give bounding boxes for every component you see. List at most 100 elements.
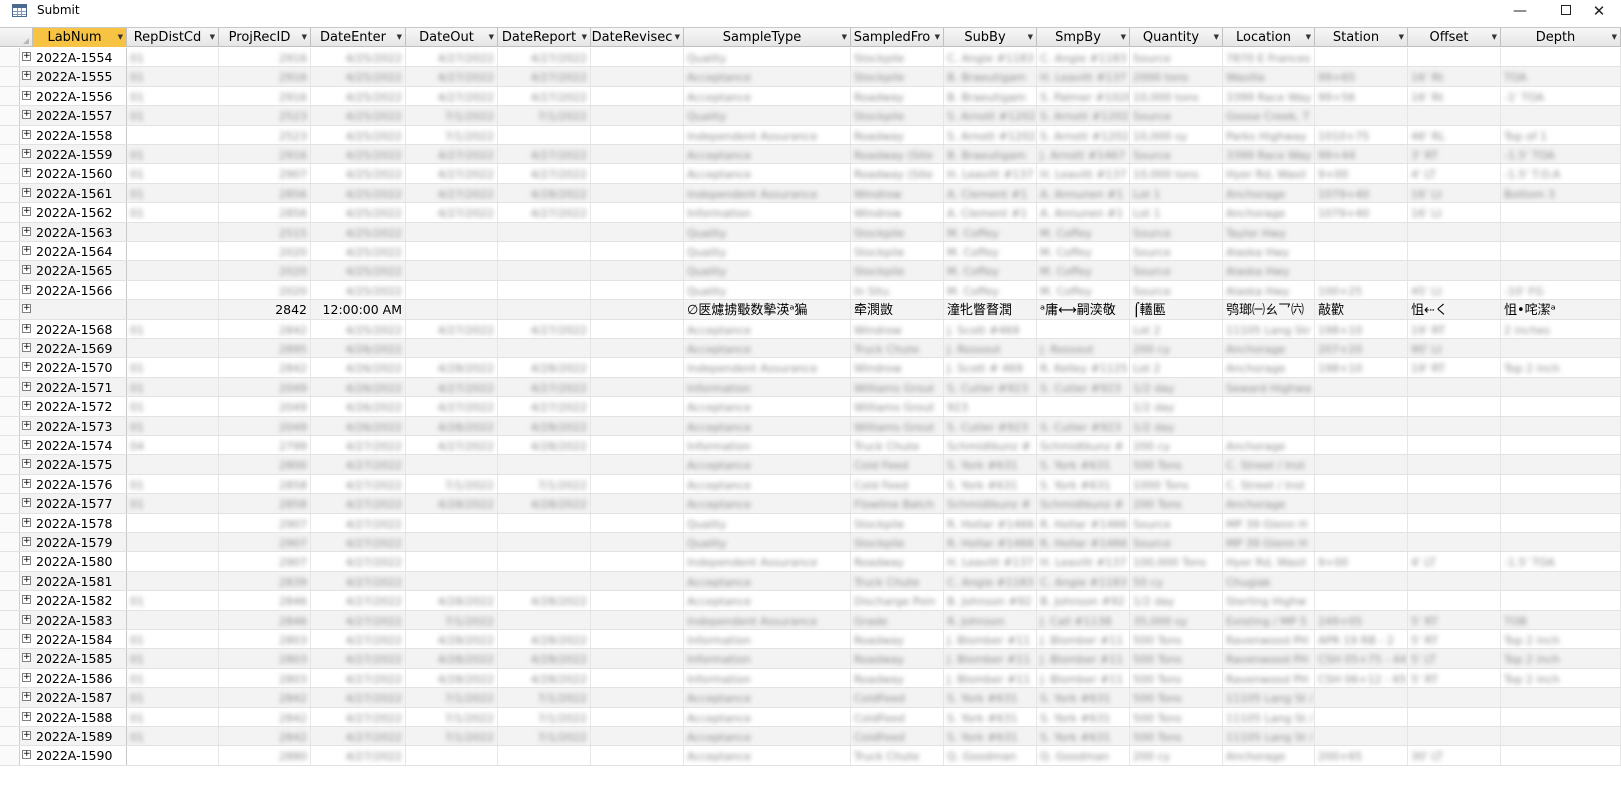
cell-repdistcd[interactable]	[127, 280, 219, 300]
cell-offset[interactable]	[1408, 707, 1501, 726]
cell-projrecid[interactable]: 2858	[219, 494, 311, 513]
cell-projrecid[interactable]: 2846	[219, 610, 311, 629]
cell-location[interactable]: 7870 E Frances	[1223, 48, 1315, 67]
cell-sampledfrom[interactable]: Williams Grout	[851, 416, 944, 435]
cell-offset[interactable]: 16' Lt	[1408, 203, 1501, 222]
cell-location[interactable]: Anchorage	[1223, 183, 1315, 203]
cell-location[interactable]: Sterling Highw	[1223, 591, 1315, 610]
cell-sampletype[interactable]: Acceptance	[684, 416, 851, 435]
cell-datereport[interactable]: 7/1/2022	[498, 106, 591, 125]
cell-location[interactable]: Hyer Rd, Wasil	[1223, 164, 1315, 183]
cell-sampletype[interactable]: Independent Assurance	[684, 358, 851, 377]
cell-depth[interactable]: -1.5' T.O.A	[1501, 164, 1621, 183]
cell-station[interactable]: 198+10	[1315, 319, 1408, 338]
row-selector[interactable]	[0, 86, 20, 106]
row-selector[interactable]	[0, 48, 20, 67]
cell-dateout[interactable]: 4/28/2022	[406, 630, 498, 649]
cell-quantity[interactable]: 1/2 day	[1130, 591, 1223, 610]
cell-labnum[interactable]: 2022A-1576	[33, 474, 127, 494]
cell-dateenter[interactable]: 4/27/2022	[311, 455, 406, 474]
cell-quantity[interactable]: 10,000 tons	[1130, 164, 1223, 183]
cell-location[interactable]: C. Street / Inst	[1223, 474, 1315, 494]
cell-smpby[interactable]: ᵃ庸⟷嗣湙敬	[1037, 300, 1130, 319]
cell-station[interactable]	[1315, 727, 1408, 746]
cell-smpby[interactable]: S. York #631	[1037, 707, 1130, 726]
cell-sampledfrom[interactable]: ColdFeed	[851, 707, 944, 726]
cell-subby[interactable]: S. York #631	[944, 727, 1037, 746]
cell-repdistcd[interactable]: 01	[127, 164, 219, 183]
cell-depth[interactable]: -1.5' TOA	[1501, 145, 1621, 164]
cell-offset[interactable]	[1408, 416, 1501, 435]
filter-dropdown-icon[interactable]: ▼	[582, 28, 587, 47]
cell-location[interactable]: Alaska Hwy	[1223, 261, 1315, 280]
table-row[interactable]: +2022A-1576 01 2858 4/27/2022 7/1/2022 7/1/20…	[0, 474, 1621, 495]
cell-station[interactable]	[1315, 513, 1408, 532]
cell-sampletype[interactable]: Independent Assurance	[684, 552, 851, 571]
cell-sampletype[interactable]: Information	[684, 668, 851, 688]
cell-dateenter[interactable]: 4/27/2022	[311, 571, 406, 591]
cell-labnum[interactable]: 2022A-1572	[33, 397, 127, 416]
cell-depth[interactable]: Top 2 inch	[1501, 358, 1621, 377]
column-header-offset[interactable]: Offset ▼	[1408, 28, 1501, 47]
cell-dateout[interactable]: 7/1/2022	[406, 106, 498, 125]
cell-dateout[interactable]: 4/28/2022	[406, 668, 498, 688]
cell-quantity[interactable]: Lot 1	[1130, 183, 1223, 203]
cell-depth[interactable]	[1501, 339, 1621, 358]
cell-dateenter[interactable]: 4/27/2022	[311, 610, 406, 629]
cell-dateout[interactable]: 4/27/2022	[406, 183, 498, 203]
cell-depth[interactable]	[1501, 106, 1621, 125]
cell-dateenter[interactable]: 4/26/2022	[311, 397, 406, 416]
cell-subby[interactable]: B. Braeutigam	[944, 86, 1037, 106]
cell-location[interactable]: Ravenwood PH	[1223, 649, 1315, 668]
cell-location[interactable]: Alaska Hwy	[1223, 242, 1315, 261]
cell-smpby[interactable]: J. Rossout	[1037, 339, 1130, 358]
cell-offset[interactable]	[1408, 494, 1501, 513]
cell-sampledfrom[interactable]: Roadway	[851, 630, 944, 649]
table-row[interactable]: +2022A-1563 2515 4/25/2022 Quality Stockpile…	[0, 222, 1621, 242]
cell-daterevised[interactable]	[591, 707, 684, 726]
cell-projrecid[interactable]: 2916	[219, 67, 311, 86]
cell-station[interactable]: 200+65	[1315, 746, 1408, 765]
table-row[interactable]: +2022A-1580 2907 4/27/2022 Independent Assu…	[0, 552, 1621, 572]
cell-datereport[interactable]	[498, 339, 591, 358]
cell-dateenter[interactable]: 4/25/2022	[311, 106, 406, 125]
row-selector[interactable]	[0, 222, 20, 241]
cell-projrecid[interactable]: 2049	[219, 397, 311, 416]
cell-sampledfrom[interactable]: 牵潣敳	[851, 300, 944, 319]
cell-sampletype[interactable]: Independent Assurance	[684, 125, 851, 144]
column-header-repdistcd[interactable]: RepDistCd ▼	[127, 28, 219, 47]
cell-repdistcd[interactable]	[127, 533, 219, 552]
cell-dateout[interactable]	[406, 513, 498, 532]
cell-sampletype[interactable]: Quality	[684, 48, 851, 67]
cell-dateenter[interactable]: 4/25/2022	[311, 48, 406, 67]
cell-repdistcd[interactable]	[127, 261, 219, 280]
cell-offset[interactable]	[1408, 533, 1501, 552]
cell-sampletype[interactable]: Acceptance	[684, 397, 851, 416]
cell-sampledfrom[interactable]: Stockpile	[851, 533, 944, 552]
cell-quantity[interactable]: 200 cy	[1130, 339, 1223, 358]
expand-subdatasheet-icon[interactable]: +	[22, 207, 31, 217]
expand-subdatasheet-icon[interactable]: +	[22, 440, 31, 449]
cell-labnum[interactable]: 2022A-1556	[33, 86, 127, 106]
cell-station[interactable]: APR 19 RB - 2	[1315, 630, 1408, 649]
cell-quantity[interactable]: 500 Tons	[1130, 707, 1223, 726]
cell-sampletype[interactable]: Acceptance	[684, 494, 851, 513]
column-header-location[interactable]: Location ▼	[1223, 28, 1315, 47]
table-row[interactable]: +2022A-1555 01 2916 4/25/2022 4/27/2022 4/27/…	[0, 67, 1621, 87]
row-selector[interactable]	[0, 242, 20, 261]
cell-sampletype[interactable]: Information	[684, 203, 851, 222]
cell-dateenter[interactable]: 12:00:00 AM	[311, 300, 406, 319]
cell-dateenter[interactable]: 4/27/2022	[311, 436, 406, 455]
cell-depth[interactable]	[1501, 474, 1621, 494]
cell-sampledfrom[interactable]: Truck Chute	[851, 571, 944, 591]
cell-subby[interactable]: B. Johnson #92	[944, 591, 1037, 610]
cell-smpby[interactable]: J. Blomber #11	[1037, 668, 1130, 688]
cell-smpby[interactable]: M. Coffey	[1037, 280, 1130, 300]
table-row[interactable]: +2022A-1570 01 2842 4/26/2022 4/28/2022 4/28/…	[0, 358, 1621, 378]
cell-depth[interactable]: Top 2 inch	[1501, 649, 1621, 668]
cell-daterevised[interactable]	[591, 513, 684, 532]
column-header-quantity[interactable]: Quantity ▼	[1130, 28, 1223, 47]
cell-projrecid[interactable]: 2839	[219, 571, 311, 591]
cell-sampletype[interactable]: Acceptance	[684, 86, 851, 106]
cell-station[interactable]	[1315, 48, 1408, 67]
